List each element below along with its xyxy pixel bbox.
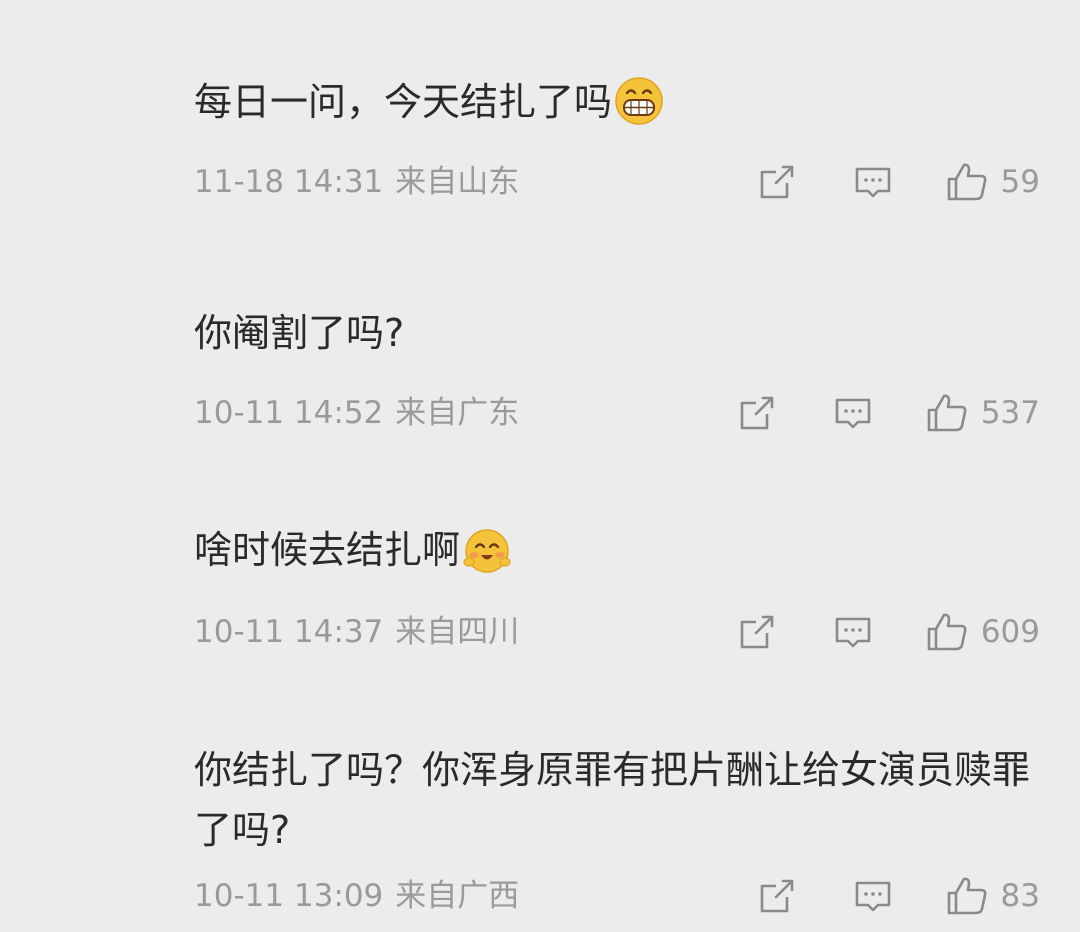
like-count: 609 xyxy=(980,614,1040,650)
comment-meta: 10-11 13:09 来自广西 xyxy=(194,874,519,918)
share-button[interactable] xyxy=(737,612,777,652)
like-count: 537 xyxy=(980,395,1040,431)
comment-location: 来自四川 xyxy=(395,614,520,650)
comment-meta-row: 10-11 14:52 来自广东 537 xyxy=(194,391,1040,435)
comment-text-wrap: 啥时候去结扎啊 xyxy=(194,520,1050,580)
comment-button[interactable] xyxy=(833,612,873,652)
comment-actions: 537 xyxy=(737,391,1040,435)
thumbs-up-icon xyxy=(927,613,967,651)
like-button[interactable]: 537 xyxy=(925,391,1040,435)
comment-text: 你结扎了吗？你浑身原罪有把片酬让给女演员赎罪了吗? xyxy=(194,748,1031,852)
grinning-face-emoji xyxy=(615,76,663,125)
comment-list: 每日一问，今天结扎了吗 11-18 14:31 来自山东 59 你阉割了吗? 1… xyxy=(0,0,1080,932)
comment-text-wrap: 你结扎了吗？你浑身原罪有把片酬让给女演员赎罪了吗? xyxy=(194,740,1050,860)
comment-icon xyxy=(855,167,890,198)
comment-actions: 609 xyxy=(737,610,1040,654)
share-icon xyxy=(760,879,793,913)
comment-meta: 11-18 14:31 来自山东 xyxy=(194,160,519,204)
comment-button[interactable] xyxy=(853,876,893,916)
comment-location: 来自广东 xyxy=(395,395,520,431)
comment-date: 10-11 13:09 xyxy=(194,878,384,914)
comment-button[interactable] xyxy=(853,162,893,202)
comment-actions: 83 xyxy=(757,874,1040,918)
comment-icon xyxy=(855,881,890,912)
comment-location: 来自广西 xyxy=(395,878,520,914)
comment-meta-row: 10-11 14:37 来自四川 609 xyxy=(194,610,1040,654)
share-icon xyxy=(740,615,774,649)
comment-date: 11-18 14:31 xyxy=(194,164,384,200)
share-button[interactable] xyxy=(737,393,777,433)
comment-meta: 10-11 14:37 来自四川 xyxy=(194,610,519,654)
comment-text: 每日一问，今天结扎了吗 xyxy=(194,80,613,124)
comment-actions: 59 xyxy=(757,160,1040,204)
comment-icon xyxy=(835,617,871,648)
share-icon xyxy=(760,165,793,199)
comment-button[interactable] xyxy=(833,393,873,433)
like-button[interactable]: 59 xyxy=(945,160,1040,204)
like-button[interactable]: 609 xyxy=(925,610,1040,654)
comment-meta: 10-11 14:52 来自广东 xyxy=(194,391,519,435)
comment-date: 10-11 14:37 xyxy=(194,614,384,650)
like-count: 59 xyxy=(1000,164,1040,200)
comment-icon xyxy=(835,398,871,429)
like-count: 83 xyxy=(1000,878,1040,914)
thumbs-up-icon xyxy=(927,394,967,432)
comment-meta-row: 10-11 13:09 来自广西 83 xyxy=(194,874,1040,918)
like-button[interactable]: 83 xyxy=(945,874,1040,918)
comment-location: 来自山东 xyxy=(395,164,520,200)
blushing-face-emoji xyxy=(463,528,511,573)
share-icon xyxy=(740,396,774,430)
comment-meta-row: 11-18 14:31 来自山东 59 xyxy=(194,160,1040,204)
comment-text-wrap: 你阉割了吗? xyxy=(194,303,1050,363)
thumbs-up-icon xyxy=(947,877,987,915)
share-button[interactable] xyxy=(757,876,797,916)
comment-date: 10-11 14:52 xyxy=(194,395,384,431)
comment-text: 啥时候去结扎啊 xyxy=(194,528,461,572)
thumbs-up-icon xyxy=(947,163,987,201)
share-button[interactable] xyxy=(757,162,797,202)
comment-text-wrap: 每日一问，今天结扎了吗 xyxy=(194,72,1050,132)
comment-text: 你阉割了吗? xyxy=(194,311,405,355)
